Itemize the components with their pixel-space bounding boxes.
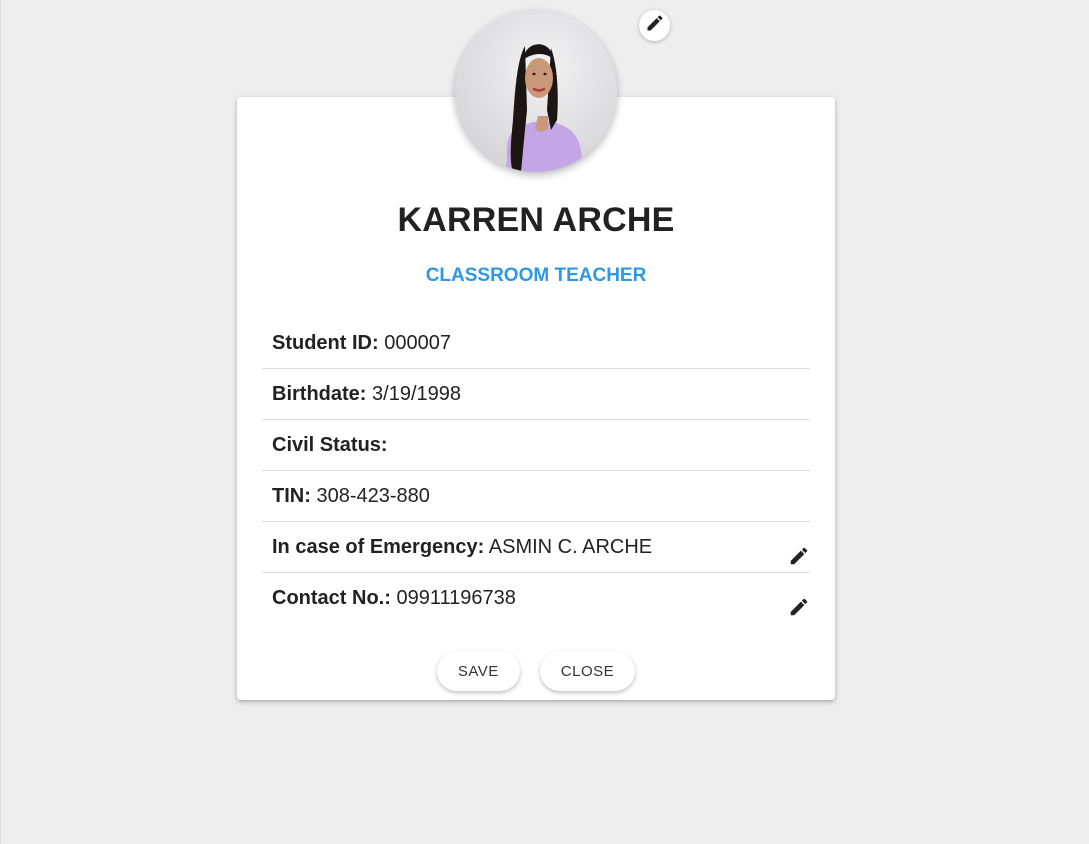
field-value: ASMIN C. ARCHE bbox=[488, 536, 653, 558]
action-buttons: SAVE CLOSE bbox=[237, 651, 835, 691]
info-row-contact-no: Contact No.: 09911196738 bbox=[262, 573, 810, 623]
field-value: 09911196738 bbox=[396, 587, 516, 609]
profile-role: CLASSROOM TEACHER bbox=[425, 265, 647, 286]
pencil-icon bbox=[645, 13, 665, 38]
avatar-photo bbox=[455, 10, 617, 172]
profile-card: KARREN ARCHE CLASSROOM TEACHER Student I… bbox=[237, 97, 835, 700]
edit-emergency-pencil-icon[interactable] bbox=[788, 536, 810, 565]
field-label: Contact No.: bbox=[272, 587, 391, 609]
avatar-edit-button[interactable] bbox=[639, 10, 670, 41]
info-row-emergency-contact: In case of Emergency: ASMIN C. ARCHE bbox=[262, 522, 810, 573]
info-row-civil-status: Civil Status: bbox=[262, 420, 810, 471]
field-value: 000007 bbox=[384, 332, 451, 354]
close-button[interactable]: CLOSE bbox=[539, 651, 636, 691]
field-label: Civil Status: bbox=[272, 434, 388, 456]
save-button[interactable]: SAVE bbox=[436, 651, 520, 691]
field-label: TIN: bbox=[272, 485, 311, 507]
edit-contact-pencil-icon[interactable] bbox=[788, 587, 810, 616]
field-label: Birthdate: bbox=[272, 383, 367, 405]
avatar bbox=[455, 10, 617, 172]
info-row-student-id: Student ID: 000007 bbox=[262, 318, 810, 369]
info-row-tin: TIN: 308-423-880 bbox=[262, 471, 810, 522]
info-row-birthdate: Birthdate: 3/19/1998 bbox=[262, 369, 810, 420]
profile-name: KARREN ARCHE bbox=[397, 201, 675, 239]
field-value: 308-423-880 bbox=[316, 485, 430, 507]
field-value: 3/19/1998 bbox=[372, 383, 461, 405]
field-label: Student ID: bbox=[272, 332, 379, 354]
info-list: Student ID: 000007 Birthdate: 3/19/1998 … bbox=[262, 318, 810, 623]
field-label: In case of Emergency: bbox=[272, 536, 485, 558]
